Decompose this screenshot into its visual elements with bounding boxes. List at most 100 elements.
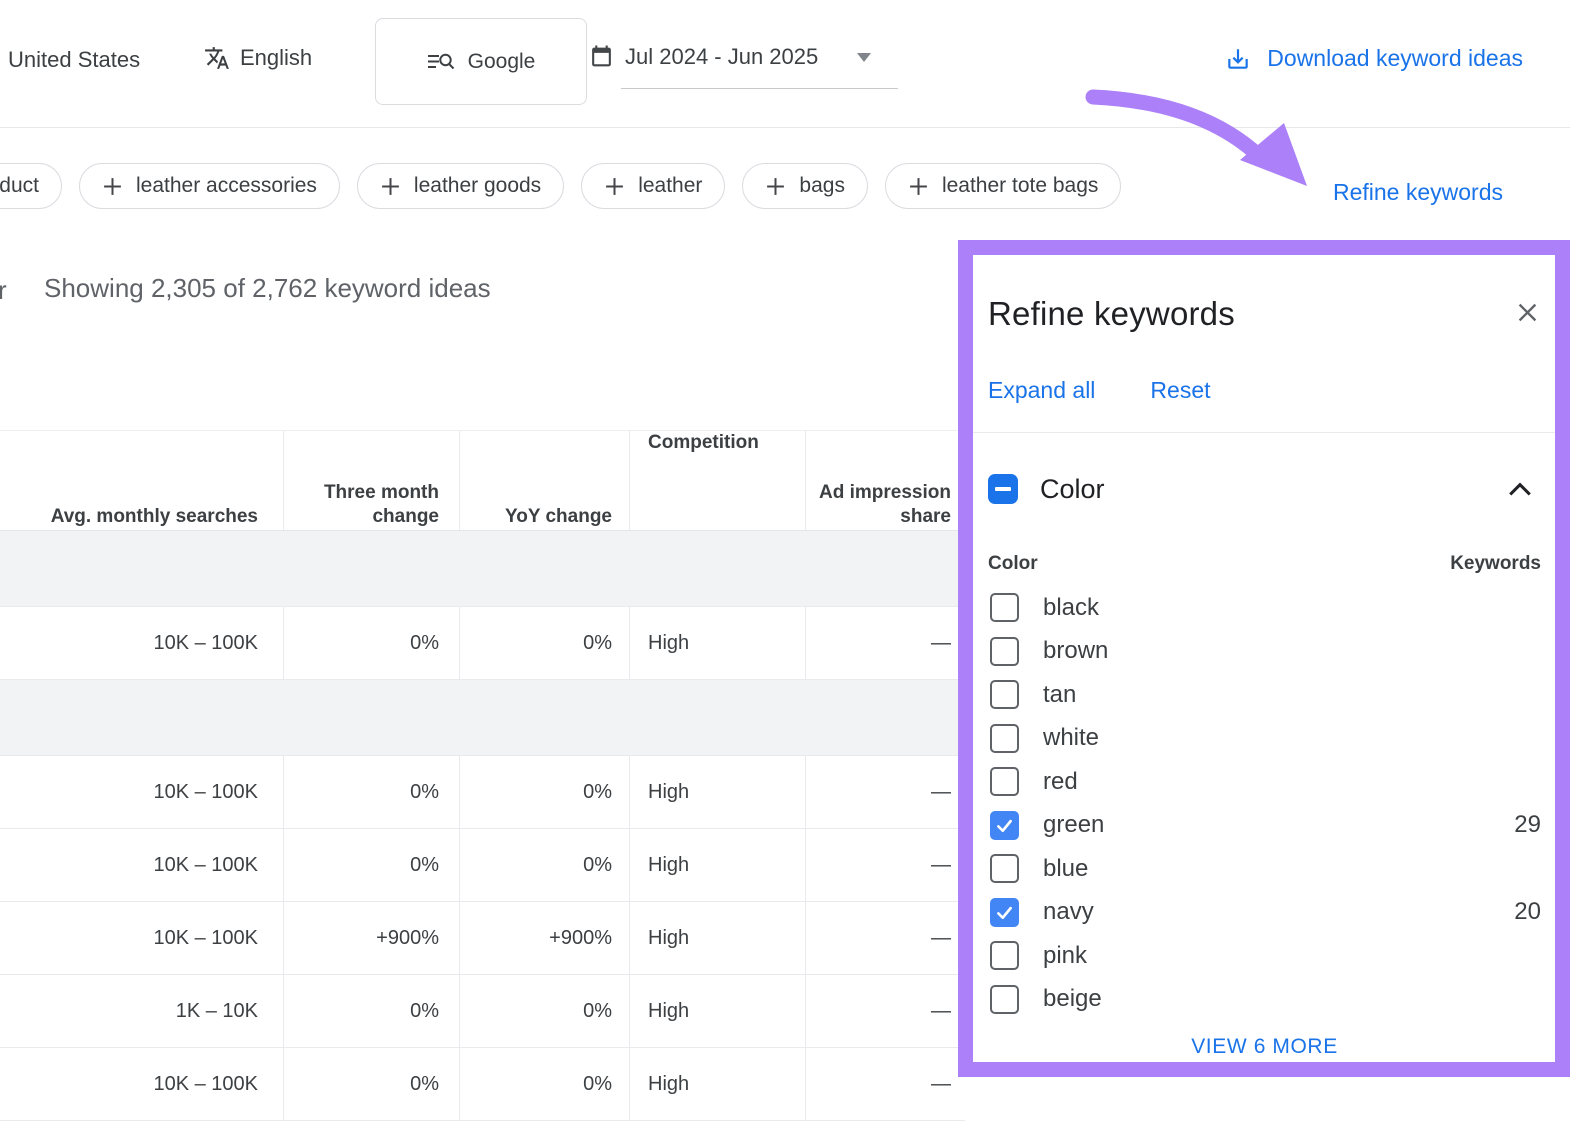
checkbox[interactable]: [990, 724, 1019, 753]
checkbox[interactable]: [990, 767, 1019, 796]
color-option-row[interactable]: brown: [988, 630, 1541, 674]
chevron-up-icon[interactable]: [1507, 480, 1533, 498]
table-column-header[interactable]: Three month change: [283, 431, 459, 530]
table-cell: High: [629, 756, 805, 828]
option-label: brown: [1043, 637, 1541, 665]
color-section-header[interactable]: Color: [988, 469, 1541, 509]
network-selector-button[interactable]: Google: [375, 18, 587, 105]
language-label: English: [240, 45, 312, 71]
table-row: [0, 680, 965, 756]
chip-label: leather tote bags: [942, 174, 1098, 198]
table-cell: 0%: [283, 975, 459, 1047]
option-label: blue: [1043, 855, 1541, 883]
table-cell: 10K – 100K: [0, 1048, 283, 1120]
table-cell: 0%: [459, 1048, 629, 1120]
table-cell: 0%: [283, 829, 459, 901]
plus-icon: [102, 176, 123, 197]
table-cell: —: [805, 975, 965, 1047]
close-icon[interactable]: [1514, 299, 1541, 326]
table-cell: +900%: [283, 902, 459, 974]
keyword-chip[interactable]: bags: [742, 163, 868, 209]
reset-button[interactable]: Reset: [1150, 377, 1210, 404]
checkbox[interactable]: [990, 985, 1019, 1014]
plus-icon: [380, 176, 401, 197]
table-column-header[interactable]: Avg. monthly searches: [0, 431, 283, 530]
checkbox[interactable]: [990, 637, 1019, 666]
chip-label: leather: [638, 174, 702, 198]
color-option-row[interactable]: black: [988, 586, 1541, 630]
keyword-chip[interactable]: leather: [581, 163, 725, 209]
option-keyword-count: 29: [1514, 811, 1541, 839]
table-cell: High: [629, 902, 805, 974]
table-cell: 0%: [283, 607, 459, 679]
language-selector[interactable]: English: [204, 45, 312, 71]
table-row: 10K – 100K+900%+900%High—: [0, 902, 965, 975]
view-more-button[interactable]: VIEW 6 MORE: [988, 1035, 1541, 1059]
table-cell: 0%: [459, 607, 629, 679]
color-option-row[interactable]: tan: [988, 673, 1541, 717]
option-label: green: [1043, 811, 1514, 839]
option-label: tan: [1043, 681, 1541, 709]
table-column-header[interactable]: YoY change: [459, 431, 629, 530]
table-column-header[interactable]: Ad impression share: [805, 431, 965, 530]
table-cell: 0%: [459, 829, 629, 901]
keyword-chip[interactable]: duct: [0, 163, 62, 209]
checkbox[interactable]: [990, 811, 1019, 840]
color-option-row[interactable]: pink: [988, 934, 1541, 978]
keyword-chip[interactable]: leather tote bags: [885, 163, 1121, 209]
table-cell: High: [629, 975, 805, 1047]
table-cell: —: [805, 1048, 965, 1120]
table-row: 10K – 100K0%0%High—: [0, 607, 965, 680]
panel-divider: [973, 432, 1555, 433]
keyword-chips-row: duct leather accessories leather goods l…: [0, 163, 1121, 209]
download-label: Download keyword ideas: [1267, 45, 1523, 72]
checkbox[interactable]: [990, 941, 1019, 970]
download-keyword-ideas-link[interactable]: Download keyword ideas: [1225, 45, 1523, 72]
chevron-down-icon: [857, 53, 871, 62]
check-icon: [994, 902, 1015, 923]
table-cell: 0%: [459, 975, 629, 1047]
download-icon: [1225, 46, 1251, 72]
expand-all-button[interactable]: Expand all: [988, 377, 1095, 404]
color-option-row[interactable]: white: [988, 717, 1541, 761]
indeterminate-checkbox[interactable]: [988, 474, 1018, 504]
checkbox[interactable]: [990, 854, 1019, 883]
color-option-row[interactable]: red: [988, 760, 1541, 804]
table-header-row: Avg. monthly searchesThree month changeY…: [0, 431, 965, 531]
checkbox[interactable]: [990, 898, 1019, 927]
table-cell: —: [805, 756, 965, 828]
chip-label: leather goods: [414, 174, 541, 198]
table-column-header[interactable]: Competition: [629, 431, 805, 530]
color-option-row[interactable]: blue: [988, 847, 1541, 891]
keyword-chip[interactable]: leather accessories: [79, 163, 340, 209]
table-cell: 10K – 100K: [0, 829, 283, 901]
option-label: beige: [1043, 985, 1541, 1013]
color-option-row[interactable]: navy 20: [988, 891, 1541, 935]
panel-title: Refine keywords: [988, 295, 1235, 333]
table-cell: 0%: [459, 756, 629, 828]
color-option-list: black brown tan: [988, 586, 1541, 1021]
location-selector[interactable]: United States: [8, 47, 140, 73]
section-title: Color: [1040, 474, 1507, 505]
translate-icon: [204, 45, 230, 71]
search-list-icon: [427, 50, 455, 74]
keyword-ideas-table: Avg. monthly searchesThree month changeY…: [0, 430, 965, 1121]
table-cell: —: [805, 902, 965, 974]
refine-keywords-link[interactable]: Refine keywords: [1333, 179, 1503, 206]
plus-icon: [765, 176, 786, 197]
option-label: navy: [1043, 898, 1514, 926]
plus-icon: [908, 176, 929, 197]
color-option-row[interactable]: beige: [988, 978, 1541, 1022]
table-body: 10K – 100K0%0%High— 10K – 100K0%0%High— …: [0, 531, 965, 1121]
table-cell: 1K – 10K: [0, 975, 283, 1047]
clipped-text: r: [0, 275, 7, 306]
table-row: 10K – 100K0%0%High—: [0, 756, 965, 829]
checkbox[interactable]: [990, 593, 1019, 622]
date-range-selector[interactable]: Jul 2024 - Jun 2025: [589, 44, 871, 70]
date-range-underline: [621, 88, 898, 89]
color-option-row[interactable]: green 29: [988, 804, 1541, 848]
keyword-chip[interactable]: leather goods: [357, 163, 564, 209]
network-label: Google: [468, 50, 536, 74]
topbar-divider: [0, 127, 1570, 128]
checkbox[interactable]: [990, 680, 1019, 709]
